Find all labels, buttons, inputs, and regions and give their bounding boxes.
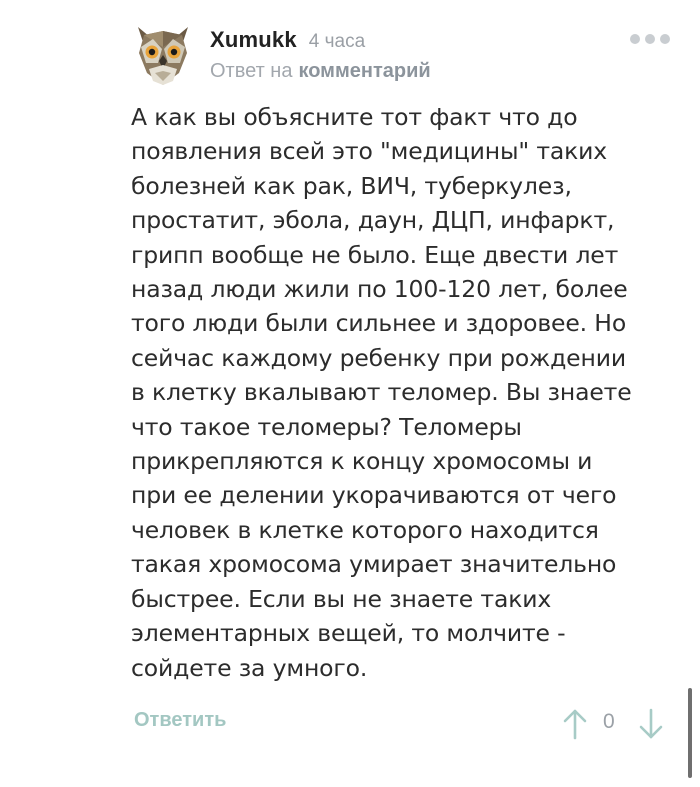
rating-value: 0 [603,710,615,733]
dot [645,34,655,44]
arrow-up-icon[interactable] [562,708,588,740]
arrow-down-icon[interactable] [638,708,664,740]
comment-body: А как вы объясните тот факт что до появл… [131,103,632,682]
comment-header: Xumukk 4 часа [210,27,365,53]
scrollbar[interactable] [688,688,692,778]
reply-button[interactable]: Ответить [134,709,226,732]
reply-to-link[interactable]: комментарий [298,60,430,82]
more-dots-icon[interactable] [630,34,670,44]
owl-avatar-icon[interactable] [135,25,191,87]
reply-to-line: Ответ на комментарий [210,60,431,83]
dot [630,34,640,44]
reply-to-prefix: Ответ на [210,60,293,82]
comment: Xumukk 4 часа Ответ на комментарий А как … [0,0,700,787]
comment-timestamp: 4 часа [308,31,366,52]
dot [660,34,670,44]
author-name[interactable]: Xumukk [210,27,297,53]
comment-actions: Ответить 0 [0,700,700,750]
